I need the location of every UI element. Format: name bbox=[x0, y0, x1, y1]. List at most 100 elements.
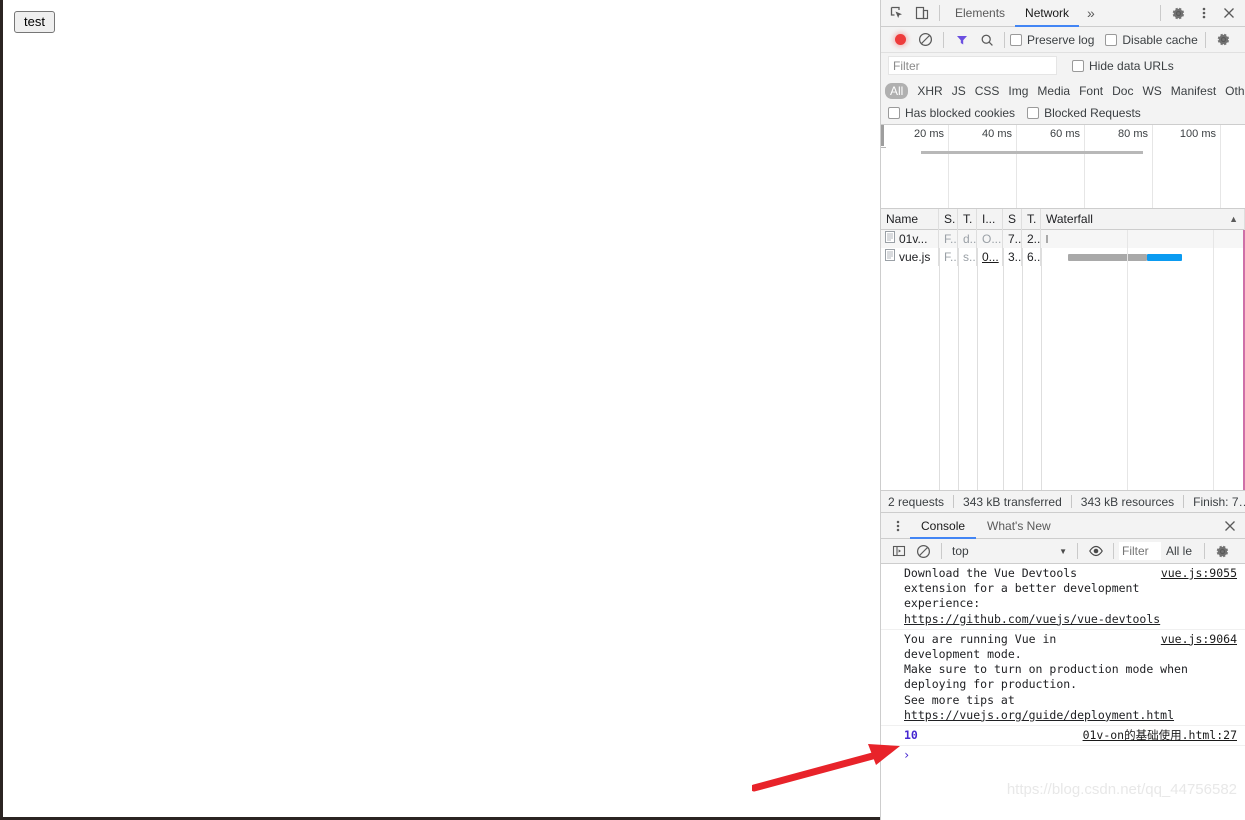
console-settings-gear-icon[interactable] bbox=[1210, 539, 1235, 563]
table-grid-line-5 bbox=[1022, 248, 1023, 490]
column-header-status[interactable]: S. bbox=[939, 208, 958, 230]
console-message-link[interactable]: https://vuejs.org/guide/deployment.html bbox=[904, 708, 1174, 722]
console-message-link[interactable]: https://github.com/vuejs/vue-devtools bbox=[904, 612, 1160, 626]
clear-console-icon[interactable] bbox=[911, 539, 936, 563]
cell-size: 7.. bbox=[1003, 230, 1022, 248]
tab-console[interactable]: Console bbox=[910, 513, 977, 539]
type-filter-js[interactable]: JS bbox=[952, 84, 966, 98]
has-blocked-cookies-checkbox[interactable]: Has blocked cookies bbox=[888, 106, 1015, 120]
console-message-source[interactable]: 01v-on的基础使用.html:27 bbox=[1083, 728, 1237, 743]
resource-type-filters: All XHR JS CSS Img Media Font Doc WS Man… bbox=[881, 79, 1245, 102]
type-filter-other[interactable]: Oth bbox=[1225, 84, 1244, 98]
waterfall-header-label: Waterfall bbox=[1046, 211, 1093, 226]
type-filter-xhr[interactable]: XHR bbox=[917, 84, 942, 98]
network-filter-input[interactable] bbox=[888, 56, 1057, 75]
cell-name-text: vue.js bbox=[899, 250, 931, 264]
console-message[interactable]: Download the Vue Devtools extension for … bbox=[881, 564, 1245, 630]
tab-elements[interactable]: Elements bbox=[945, 0, 1015, 27]
more-vertical-icon[interactable] bbox=[885, 514, 910, 538]
has-blocked-cookies-label: Has blocked cookies bbox=[905, 106, 1016, 120]
toolbar-separator-2 bbox=[1004, 31, 1005, 48]
type-filter-css[interactable]: CSS bbox=[975, 84, 1000, 98]
column-header-type[interactable]: T. bbox=[958, 208, 977, 230]
type-filter-ws[interactable]: WS bbox=[1142, 84, 1161, 98]
tabbar-right-actions bbox=[1155, 1, 1245, 25]
console-toolbar-separator-2 bbox=[1077, 543, 1078, 559]
record-dot-icon[interactable] bbox=[888, 28, 913, 52]
table-grid-line-1 bbox=[939, 248, 940, 490]
cell-status: F.. bbox=[939, 248, 958, 266]
device-toggle-icon[interactable] bbox=[909, 1, 934, 25]
cell-name[interactable]: 01v... bbox=[881, 230, 939, 248]
column-header-waterfall[interactable]: Waterfall ▲ bbox=[1041, 208, 1245, 230]
more-vertical-icon[interactable] bbox=[1191, 1, 1216, 25]
document-icon bbox=[885, 248, 895, 266]
waterfall-grid-line-2 bbox=[1213, 248, 1214, 490]
network-settings-gear-icon[interactable] bbox=[1211, 28, 1236, 52]
console-prompt[interactable]: › bbox=[881, 746, 1245, 764]
drawer-tabbar: Console What's New bbox=[881, 513, 1245, 539]
clear-no-entry-icon[interactable] bbox=[913, 28, 938, 52]
hide-data-urls-checkbox[interactable]: Hide data URLs bbox=[1072, 59, 1174, 73]
blocked-filters-row: Has blocked cookies Blocked Requests bbox=[881, 102, 1245, 125]
blocked-requests-label: Blocked Requests bbox=[1044, 106, 1141, 120]
hide-data-urls-label: Hide data URLs bbox=[1089, 58, 1174, 73]
cell-time: 6.. bbox=[1022, 248, 1041, 266]
search-icon[interactable] bbox=[974, 28, 999, 52]
type-filter-manifest[interactable]: Manifest bbox=[1171, 84, 1216, 98]
test-button[interactable]: test bbox=[14, 11, 55, 33]
more-tabs-button[interactable]: » bbox=[1079, 5, 1103, 21]
toolbar-separator-3 bbox=[1204, 31, 1206, 48]
type-filter-all[interactable]: All bbox=[885, 82, 909, 99]
cell-status: F.. bbox=[939, 230, 958, 248]
show-console-sidebar-icon[interactable] bbox=[886, 539, 911, 563]
column-header-size[interactable]: S bbox=[1003, 208, 1022, 230]
console-message[interactable]: You are running Vue in development mode.… bbox=[881, 630, 1245, 727]
preserve-log-checkbox[interactable]: Preserve log bbox=[1010, 33, 1094, 47]
table-row[interactable]: 01v... F.. d.. O... 7.. 2.. bbox=[881, 230, 1245, 248]
console-filter-input[interactable] bbox=[1119, 542, 1161, 560]
funnel-icon[interactable] bbox=[949, 28, 974, 52]
column-header-name[interactable]: Name bbox=[881, 208, 939, 230]
console-prompt-caret: › bbox=[903, 748, 911, 763]
cell-time: 2.. bbox=[1022, 230, 1041, 248]
tab-whats-new[interactable]: What's New bbox=[976, 513, 1062, 539]
disable-cache-checkbox[interactable]: Disable cachе bbox=[1105, 33, 1198, 47]
blocked-requests-checkbox[interactable]: Blocked Requests bbox=[1027, 106, 1141, 120]
type-filter-media[interactable]: Media bbox=[1037, 84, 1070, 98]
cell-size: 3.. bbox=[1003, 248, 1022, 266]
cell-initiator[interactable]: 0... bbox=[977, 248, 1003, 266]
tab-network[interactable]: Network bbox=[1015, 0, 1080, 27]
console-log-levels[interactable]: All le bbox=[1161, 544, 1199, 558]
close-icon[interactable] bbox=[1217, 514, 1242, 538]
hide-data-urls-box bbox=[1072, 59, 1084, 72]
console-message-source[interactable]: vue.js:9064 bbox=[1161, 632, 1237, 647]
cell-initiator[interactable]: O... bbox=[977, 230, 1003, 248]
network-toolbar: Preserve log Disable cachе bbox=[881, 27, 1245, 53]
blocked-requests-box bbox=[1027, 107, 1040, 119]
column-header-time[interactable]: T. bbox=[1022, 208, 1041, 230]
requests-table-header: Name S. T. I... S T. Waterfall ▲ bbox=[881, 208, 1245, 230]
live-expression-eye-icon[interactable] bbox=[1083, 539, 1108, 563]
gear-icon[interactable] bbox=[1166, 1, 1191, 25]
inspect-cursor-icon[interactable] bbox=[884, 1, 909, 25]
table-row[interactable]: vue.js F.. s.. 0... 3.. 6.. bbox=[881, 248, 1245, 266]
cell-name-text: 01v... bbox=[899, 232, 928, 246]
console-context-selector[interactable]: top ▼ bbox=[947, 542, 1072, 561]
browser-page-viewport: test bbox=[0, 0, 883, 820]
type-filter-font[interactable]: Font bbox=[1079, 84, 1103, 98]
console-message[interactable]: 10 01v-on的基础使用.html:27 bbox=[881, 726, 1245, 747]
type-filter-img[interactable]: Img bbox=[1008, 84, 1028, 98]
network-filter-row: Hide data URLs bbox=[881, 53, 1245, 79]
cell-name[interactable]: vue.js bbox=[881, 248, 939, 266]
column-header-initiator[interactable]: I... bbox=[977, 208, 1003, 230]
cell-waterfall bbox=[1041, 230, 1245, 248]
console-message-list[interactable]: Download the Vue Devtools extension for … bbox=[881, 564, 1245, 799]
console-message-source[interactable]: vue.js:9055 bbox=[1161, 566, 1237, 581]
type-filter-doc[interactable]: Doc bbox=[1112, 84, 1133, 98]
close-icon[interactable] bbox=[1216, 1, 1241, 25]
preserve-log-label: Preserve log bbox=[1027, 32, 1095, 47]
cell-waterfall bbox=[1041, 248, 1245, 266]
console-toolbar-separator-1 bbox=[941, 543, 942, 559]
network-overview-timeline[interactable]: 20 ms 40 ms 60 ms 80 ms 100 ms bbox=[881, 125, 1245, 209]
